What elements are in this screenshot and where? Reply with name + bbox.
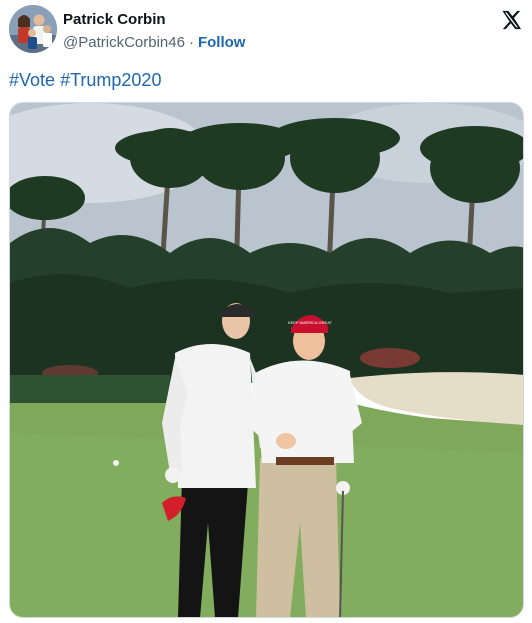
x-logo-icon[interactable] [500,9,522,31]
author-info: Patrick Corbin @PatrickCorbin46 · Follow [63,11,245,53]
author-display-name[interactable]: Patrick Corbin [63,11,245,29]
follow-button[interactable]: Follow [198,34,246,51]
hashtag-vote[interactable]: #Vote [9,70,55,90]
tweet-text: #Vote #Trump2020 [9,69,161,91]
tweet-photo[interactable]: KEEP AMERICA GREAT [9,102,524,618]
author-handle-line: @PatrickCorbin46 · Follow [63,33,245,53]
avatar-photo [9,5,57,53]
avatar[interactable] [9,5,57,53]
author-handle[interactable]: @PatrickCorbin46 [63,34,185,51]
golf-course-photo: KEEP AMERICA GREAT [10,103,523,617]
hat-text: KEEP AMERICA GREAT [288,320,333,325]
separator-dot: · [188,34,194,51]
tweet-card: Patrick Corbin @PatrickCorbin46 · Follow #… [0,0,532,623]
tweet-header: Patrick Corbin @PatrickCorbin46 · Follow [9,5,524,55]
hashtag-trump2020[interactable]: #Trump2020 [60,70,161,90]
